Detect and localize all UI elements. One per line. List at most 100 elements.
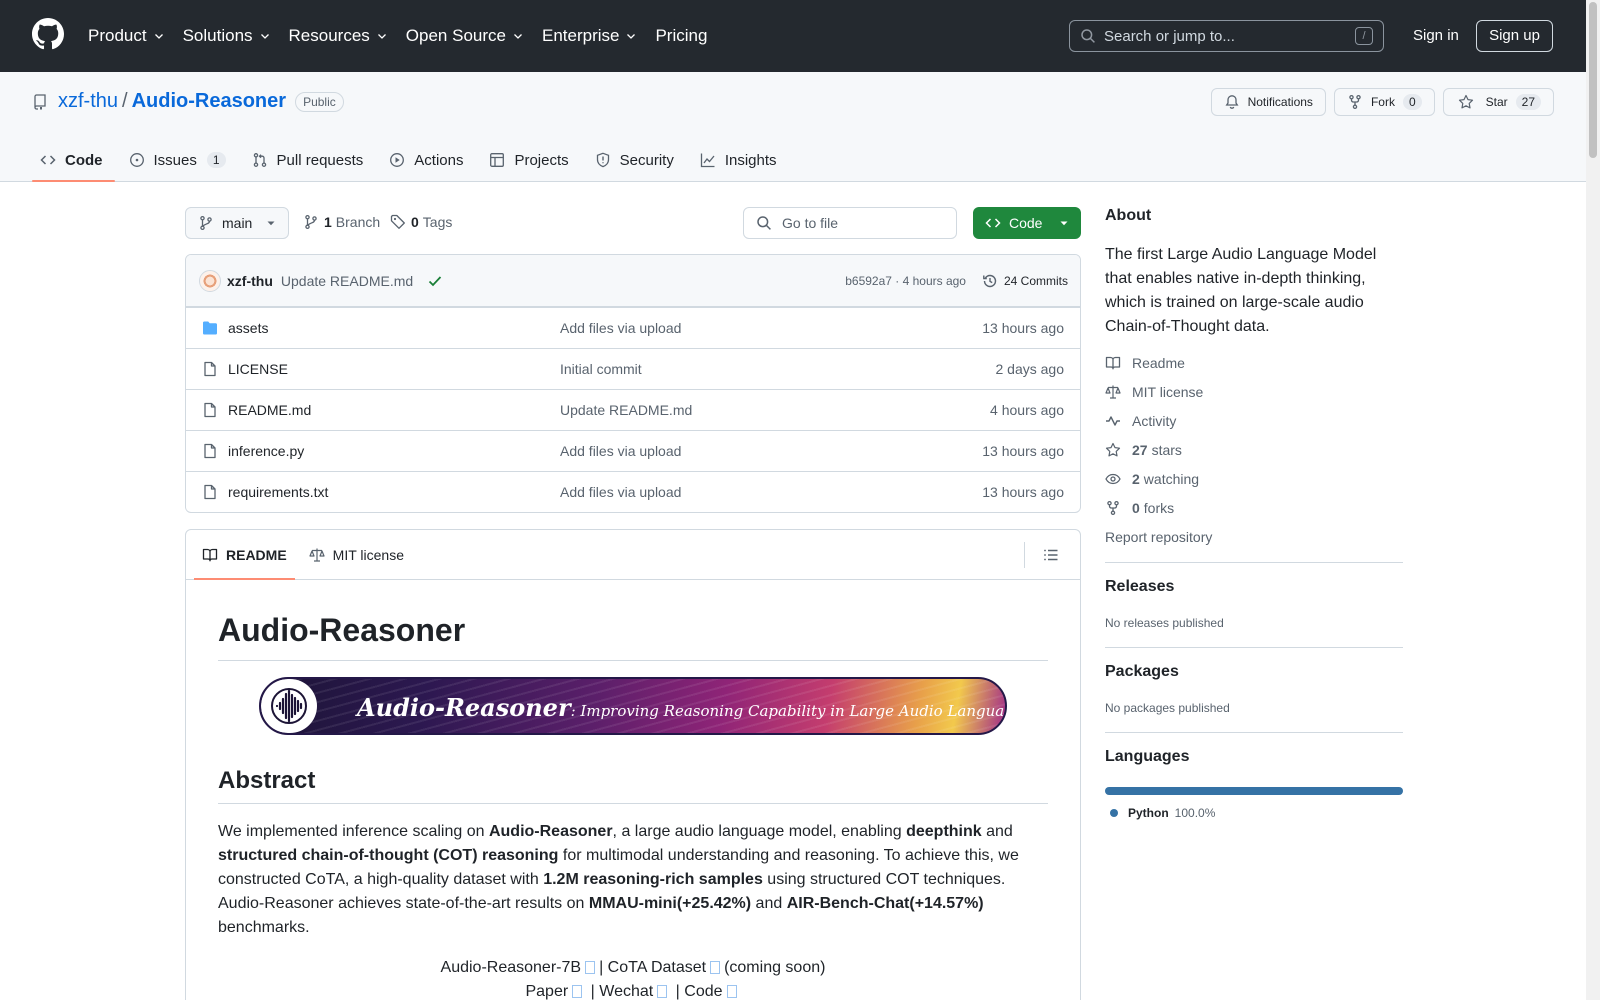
file-name[interactable]: README.md — [228, 402, 560, 418]
license-link[interactable]: MIT license — [1105, 384, 1403, 400]
table-row: requirements.txt Add files via upload 13… — [186, 471, 1080, 512]
huggingface-icon[interactable] — [585, 961, 596, 975]
github-logo-icon[interactable] — [32, 18, 64, 50]
file-name[interactable]: assets — [228, 320, 560, 336]
search-icon — [1081, 29, 1095, 43]
releases-heading[interactable]: Releases — [1105, 578, 1403, 596]
repo-actions: Notifications Fork 0 Star 27 — [1203, 88, 1554, 116]
repo-tabs: Code Issues 1 Pull requests Actions Proj… — [32, 138, 795, 182]
abstract-text-run: , a large audio language model, enabling — [612, 823, 907, 840]
avatar[interactable] — [199, 269, 221, 292]
nav-product[interactable]: Product — [88, 26, 165, 46]
abstract-bold-run: AIR-Bench-Chat(+14.57%) — [786, 895, 984, 912]
forks-link[interactable]: 0 forks — [1105, 500, 1403, 516]
outline-button[interactable] — [1024, 542, 1064, 568]
sign-in-link[interactable]: Sign in — [1413, 27, 1459, 44]
file-commit-message[interactable]: Update README.md — [560, 402, 990, 418]
tags-link[interactable]: 0 Tags — [390, 214, 452, 230]
tab-actions[interactable]: Actions — [381, 138, 475, 182]
stars-link[interactable]: 27 stars — [1105, 442, 1403, 458]
star-button[interactable]: Star 27 — [1442, 88, 1554, 116]
caret-down-icon — [267, 221, 275, 226]
tab-pull-requests[interactable]: Pull requests — [244, 138, 376, 182]
file-name[interactable]: requirements.txt — [228, 484, 560, 500]
nav-pricing[interactable]: Pricing — [655, 26, 707, 46]
abstract-text-run: and — [981, 823, 1013, 840]
search-input[interactable]: Search or jump to... / — [1069, 20, 1384, 52]
dataset-icon — [710, 961, 721, 975]
nav-resources[interactable]: Resources — [289, 26, 388, 46]
go-to-file-input[interactable]: Go to file — [743, 207, 957, 239]
repo-title: xzf-thu / Audio-Reasoner Public — [32, 90, 344, 113]
about-heading: About — [1105, 207, 1152, 224]
code-link-icon[interactable] — [726, 985, 737, 999]
tab-projects[interactable]: Projects — [481, 138, 580, 182]
table-row: assets Add files via upload 13 hours ago — [186, 307, 1080, 348]
watching-link[interactable]: 2 watching — [1105, 471, 1403, 487]
page-scrollbar[interactable] — [1586, 0, 1600, 1000]
file-commit-message[interactable]: Initial commit — [560, 361, 996, 377]
branches-link[interactable]: 1 Branch — [303, 214, 380, 230]
scrollbar-thumb[interactable] — [1589, 2, 1597, 158]
activity-link[interactable]: Activity — [1105, 413, 1403, 429]
branch-selector[interactable]: main — [185, 207, 289, 239]
language-item[interactable]: Python 100.0% — [1105, 806, 1403, 820]
law-icon — [309, 548, 325, 562]
commit-author[interactable]: xzf-thu — [227, 273, 273, 289]
repo-name-link[interactable]: Audio-Reasoner — [132, 90, 286, 113]
tab-issues[interactable]: Issues 1 — [121, 138, 238, 182]
issue-icon — [129, 153, 144, 167]
repo-owner-link[interactable]: xzf-thu — [58, 90, 118, 113]
star-icon — [1458, 94, 1473, 109]
commit-message[interactable]: Update README.md — [281, 273, 413, 289]
notifications-button[interactable]: Notifications — [1210, 88, 1326, 116]
file-commit-message[interactable]: Add files via upload — [560, 484, 982, 500]
pulse-icon — [1106, 416, 1120, 426]
list-icon — [1043, 549, 1057, 561]
table-icon — [490, 153, 505, 167]
search-placeholder: Search or jump to... — [1104, 27, 1235, 45]
report-repository-link[interactable]: Report repository — [1105, 529, 1403, 545]
paper-icon[interactable] — [572, 985, 583, 999]
commit-sha-time[interactable]: b6592a7 · 4 hours ago — [845, 274, 966, 288]
tab-security[interactable]: Security — [587, 138, 686, 182]
commits-link[interactable]: 24 Commits — [982, 273, 1068, 289]
language-bar — [1105, 787, 1403, 795]
table-row: LICENSE Initial commit 2 days ago — [186, 348, 1080, 389]
file-list: xzf-thu Update README.md b6592a7 · 4 hou… — [185, 254, 1081, 513]
abstract-bold-run: deepthink — [906, 823, 982, 840]
check-icon[interactable] — [427, 273, 443, 289]
model-links: Audio-Reasoner-7B | CoTA Dataset (coming s… — [440, 959, 826, 976]
readme-link[interactable]: Readme — [1105, 355, 1403, 371]
tab-insights[interactable]: Insights — [692, 138, 789, 182]
abstract-bold-run: MMAU-mini(+25.42%) — [588, 895, 752, 912]
table-row: README.md Update README.md 4 hours ago — [186, 389, 1080, 430]
packages-heading[interactable]: Packages — [1105, 663, 1403, 681]
abstract-heading: Abstract — [218, 767, 1048, 804]
tab-readme[interactable]: README — [194, 530, 295, 580]
tab-mit-license[interactable]: MIT license — [301, 530, 412, 580]
nav-enterprise[interactable]: Enterprise — [542, 26, 637, 46]
eye-icon — [1105, 473, 1121, 485]
file-name[interactable]: LICENSE — [228, 361, 560, 377]
tab-code[interactable]: Code — [32, 138, 115, 182]
wechat-icon[interactable] — [657, 985, 668, 999]
issues-count: 1 — [206, 152, 226, 168]
file-name[interactable]: inference.py — [228, 443, 560, 459]
nav-solutions[interactable]: Solutions — [183, 26, 271, 46]
fork-count: 0 — [1402, 94, 1422, 110]
code-button[interactable]: Code — [973, 207, 1081, 239]
nav-open-source[interactable]: Open Source — [406, 26, 524, 46]
divider — [1105, 562, 1403, 563]
waveform-logo-icon — [261, 679, 317, 733]
about-sidebar: About The first Large Audio Language Mod… — [1105, 207, 1403, 820]
file-commit-message[interactable]: Add files via upload — [560, 320, 982, 336]
file-commit-message[interactable]: Add files via upload — [560, 443, 982, 459]
fork-icon — [1349, 94, 1361, 110]
fork-button[interactable]: Fork 0 — [1333, 88, 1435, 116]
sign-up-button[interactable]: Sign up — [1476, 20, 1553, 52]
abstract-text-run: and — [751, 895, 787, 912]
language-color-dot — [1110, 809, 1118, 817]
readme-body: Audio-Reasoner Audio-Reasoner: Improving… — [186, 612, 1080, 1000]
packages-empty: No packages published — [1105, 701, 1230, 715]
